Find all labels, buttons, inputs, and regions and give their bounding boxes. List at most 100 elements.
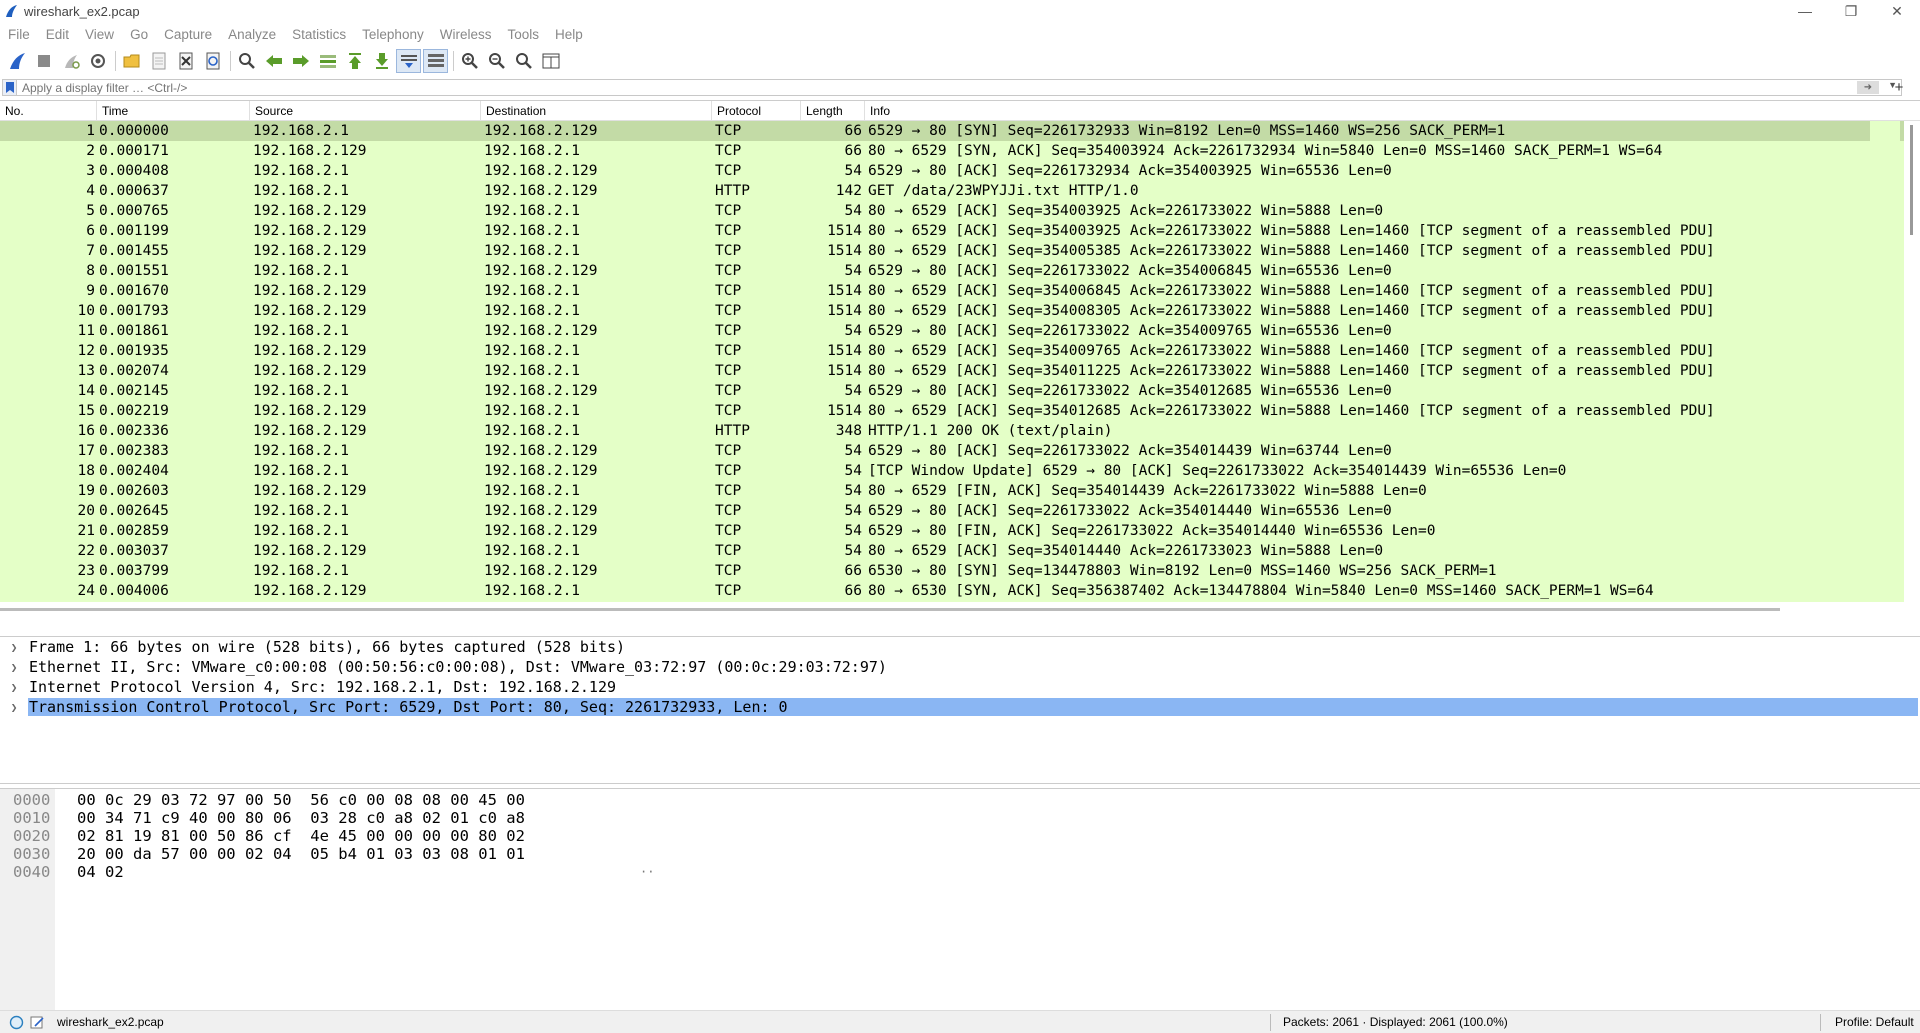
bytes-row[interactable]: 0010 00 34 71 c9 40 00 80 06 03 28 c0 a8 …	[0, 809, 525, 827]
packet-row[interactable]: 24 0.004006 192.168.2.129 192.168.2.1 TCP 66 8…	[0, 581, 1920, 601]
packet-cell-no: 6	[86, 223, 95, 239]
go-back-icon[interactable]	[261, 49, 286, 73]
packet-row[interactable]: 13 0.002074 192.168.2.129 192.168.2.1 TCP 151…	[0, 361, 1920, 381]
menu-view[interactable]: View	[77, 27, 122, 42]
expert-info-icon[interactable]	[9, 1015, 24, 1030]
packet-list-vscroll[interactable]	[1904, 121, 1920, 616]
detail-row-ipv4[interactable]: ❯ Internet Protocol Version 4, Src: 192.1…	[0, 677, 1920, 697]
stop-capture-icon[interactable]	[31, 49, 56, 73]
menu-wireless[interactable]: Wireless	[432, 27, 500, 42]
packet-row[interactable]: 23 0.003799 192.168.2.1 192.168.2.129 TCP 66 6…	[0, 561, 1920, 581]
autoscroll-icon[interactable]	[396, 49, 421, 73]
packet-cell-src: 192.168.2.1	[253, 503, 350, 519]
go-first-packet-icon[interactable]	[342, 49, 367, 73]
menu-capture[interactable]: Capture	[156, 27, 220, 42]
bookmark-icon[interactable]	[3, 80, 17, 95]
restore-button[interactable]: ❐	[1828, 0, 1874, 22]
packet-row[interactable]: 6 0.001199 192.168.2.129 192.168.2.1 TCP 1514…	[0, 221, 1920, 241]
packet-row[interactable]: 10 0.001793 192.168.2.129 192.168.2.1 TCP 151…	[0, 301, 1920, 321]
restart-capture-icon[interactable]	[58, 49, 83, 73]
menu-analyze[interactable]: Analyze	[220, 27, 284, 42]
add-filter-button-icon[interactable]: +	[1889, 79, 1909, 96]
packet-row[interactable]: 19 0.002603 192.168.2.129 192.168.2.1 TCP 54 8…	[0, 481, 1920, 501]
menu-tools[interactable]: Tools	[499, 27, 547, 42]
resize-columns-icon[interactable]	[538, 49, 563, 73]
go-last-packet-icon[interactable]	[369, 49, 394, 73]
expand-chevron-icon[interactable]: ❯	[0, 661, 28, 674]
zoom-in-icon[interactable]	[457, 49, 482, 73]
packet-row[interactable]: 8 0.001551 192.168.2.1 192.168.2.129 TCP 54 65…	[0, 261, 1920, 281]
find-packet-icon[interactable]	[234, 49, 259, 73]
capture-comment-icon[interactable]	[30, 1015, 45, 1030]
packet-row[interactable]: 21 0.002859 192.168.2.1 192.168.2.129 TCP 54 6…	[0, 521, 1920, 541]
packet-row[interactable]: 2 0.000171 192.168.2.129 192.168.2.1 TCP 66 80…	[0, 141, 1920, 161]
expand-chevron-icon[interactable]: ❯	[0, 681, 28, 694]
capture-options-icon[interactable]	[85, 49, 110, 73]
packet-row[interactable]: 14 0.002145 192.168.2.1 192.168.2.129 TCP 54 6…	[0, 381, 1920, 401]
column-header-protocol[interactable]: Protocol	[712, 101, 801, 121]
detail-row-frame[interactable]: ❯ Frame 1: 66 bytes on wire (528 bits), 6…	[0, 637, 1920, 657]
packet-row[interactable]: 3 0.000408 192.168.2.1 192.168.2.129 TCP 54 65…	[0, 161, 1920, 181]
packet-row[interactable]: 15 0.002219 192.168.2.129 192.168.2.1 TCP 151…	[0, 401, 1920, 421]
apply-filter-arrow-icon[interactable]: ➜	[1857, 81, 1879, 94]
zoom-normal-icon[interactable]	[511, 49, 536, 73]
menu-go[interactable]: Go	[122, 27, 156, 42]
save-file-icon[interactable]	[146, 49, 171, 73]
packet-row[interactable]: 5 0.000765 192.168.2.129 192.168.2.1 TCP 54 80…	[0, 201, 1920, 221]
display-filter-input[interactable]	[22, 80, 1822, 95]
bytes-row[interactable]: 0040 04 02	[0, 863, 124, 881]
menu-statistics[interactable]: Statistics	[284, 27, 354, 42]
expand-chevron-icon[interactable]: ❯	[0, 701, 28, 714]
detail-row-ethernet[interactable]: ❯ Ethernet II, Src: VMware_c0:00:08 (00:5…	[0, 657, 1920, 677]
packet-row[interactable]: 1 0.000000 192.168.2.1 192.168.2.129 TCP 66 65…	[0, 121, 1920, 141]
packet-row[interactable]: 4 0.000637 192.168.2.1 192.168.2.129 HTTP 142…	[0, 181, 1920, 201]
packet-row[interactable]: 18 0.002404 192.168.2.1 192.168.2.129 TCP 54 […	[0, 461, 1920, 481]
bytes-row[interactable]: 0000 00 0c 29 03 72 97 00 50 56 c0 00 08 …	[0, 791, 525, 809]
packet-list-hscroll[interactable]	[0, 602, 1904, 616]
colorize-icon[interactable]	[423, 49, 448, 73]
status-file-name: wireshark_ex2.pcap	[57, 1015, 164, 1029]
packet-row[interactable]: 22 0.003037 192.168.2.129 192.168.2.1 TCP 54 8…	[0, 541, 1920, 561]
packet-cell-proto: TCP	[715, 563, 742, 579]
packet-row[interactable]: 17 0.002383 192.168.2.1 192.168.2.129 TCP 54 6…	[0, 441, 1920, 461]
column-header-info[interactable]: Info	[865, 101, 1865, 121]
bytes-row[interactable]: 0020 02 81 19 81 00 50 86 cf 4e 45 00 00 …	[0, 827, 525, 845]
minimize-button[interactable]: —	[1782, 0, 1828, 22]
start-capture-icon[interactable]	[4, 49, 29, 73]
expand-chevron-icon[interactable]: ❯	[0, 641, 28, 654]
menu-file[interactable]: File	[0, 27, 38, 42]
detail-row-tcp[interactable]: ❯ Transmission Control Protocol, Src Port…	[0, 697, 1920, 717]
packet-cell-dst: 192.168.2.129	[484, 523, 598, 539]
go-to-packet-icon[interactable]	[315, 49, 340, 73]
packet-cell-time: 0.002859	[99, 523, 169, 539]
packet-cell-dst: 192.168.2.129	[484, 563, 598, 579]
packet-row[interactable]: 16 0.002336 192.168.2.129 192.168.2.1 HTTP 34…	[0, 421, 1920, 441]
packet-row[interactable]: 9 0.001670 192.168.2.129 192.168.2.1 TCP 1514…	[0, 281, 1920, 301]
packet-row[interactable]: 20 0.002645 192.168.2.1 192.168.2.129 TCP 54 6…	[0, 501, 1920, 521]
close-file-icon[interactable]	[173, 49, 198, 73]
go-forward-icon[interactable]	[288, 49, 313, 73]
menu-edit[interactable]: Edit	[38, 27, 77, 42]
menu-help[interactable]: Help	[547, 27, 591, 42]
status-profile[interactable]: Profile: Default	[1820, 1013, 1914, 1031]
menu-telephony[interactable]: Telephony	[354, 27, 432, 42]
packet-row[interactable]: 11 0.001861 192.168.2.1 192.168.2.129 TCP 54 6…	[0, 321, 1920, 341]
packet-row[interactable]: 12 0.001935 192.168.2.129 192.168.2.1 TCP 151…	[0, 341, 1920, 361]
packet-cell-len: 66	[844, 123, 862, 139]
column-header-destination[interactable]: Destination	[481, 101, 712, 121]
reload-file-icon[interactable]	[200, 49, 225, 73]
close-button[interactable]: ✕	[1874, 0, 1920, 22]
packet-cell-src: 192.168.2.129	[253, 143, 367, 159]
zoom-out-icon[interactable]	[484, 49, 509, 73]
open-file-icon[interactable]	[119, 49, 144, 73]
packet-row[interactable]: 7 0.001455 192.168.2.129 192.168.2.1 TCP 1514…	[0, 241, 1920, 261]
packet-cell-len: 1514	[827, 403, 862, 419]
packet-cell-info: 6529 → 80 [ACK] Seq=2261733022 Ack=35401…	[868, 443, 1392, 459]
packet-cell-info: 6529 → 80 [ACK] Seq=2261733022 Ack=35400…	[868, 323, 1392, 339]
column-header-length[interactable]: Length	[801, 101, 865, 121]
packet-cell-len: 54	[844, 463, 862, 479]
column-header-source[interactable]: Source	[250, 101, 481, 121]
column-header-time[interactable]: Time	[97, 101, 250, 121]
bytes-row[interactable]: 0030 20 00 da 57 00 00 02 04 05 b4 01 03 …	[0, 845, 525, 863]
column-header-no[interactable]: No.	[0, 101, 97, 121]
